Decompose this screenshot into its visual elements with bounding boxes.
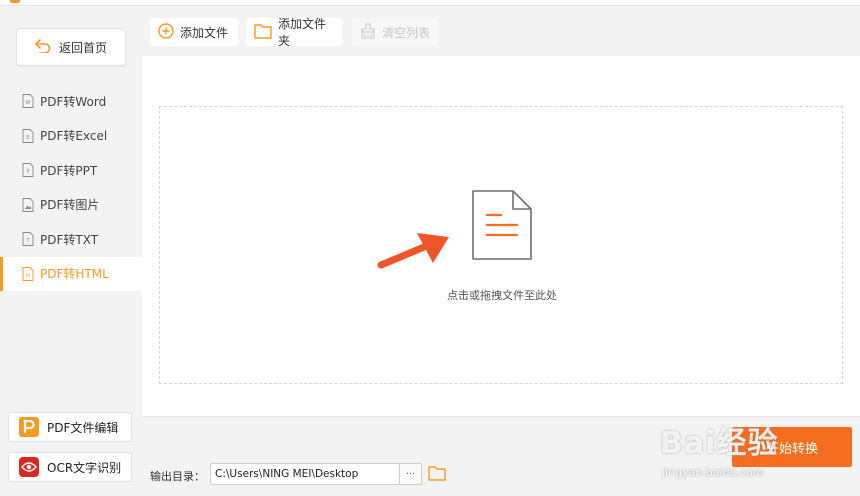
add-file-label: 添加文件 (180, 25, 229, 40)
back-home-button[interactable]: 返回首页 (16, 28, 126, 66)
back-home-label: 返回首页 (58, 40, 107, 55)
image-doc-icon (22, 197, 34, 212)
plus-circle-icon (158, 22, 174, 42)
pointer-arrow-icon (377, 233, 449, 269)
folder-icon (254, 23, 272, 42)
add-file-button[interactable]: 添加文件 (150, 18, 238, 46)
sidebar-item-label: PDF转HTML (40, 267, 109, 282)
svg-text:P: P (26, 169, 29, 175)
logo-strip (10, 0, 20, 3)
toolbar: 添加文件 添加文件夹 清空列表 (142, 6, 860, 56)
clear-list-button[interactable]: 清空列表 (352, 18, 438, 46)
pdf-edit-button[interactable]: PDF文件编辑 (8, 412, 132, 442)
output-path-field[interactable]: C:\Users\NING MEI\Desktop (210, 463, 400, 485)
sidebar-item-label: PDF转TXT (40, 232, 99, 247)
output-dir-label: 输出目录： (150, 470, 205, 483)
sidebar-item-pdf-to-excel[interactable]: E PDF转Excel (0, 119, 142, 154)
svg-text:W: W (26, 100, 31, 106)
html-doc-icon: H (22, 266, 34, 281)
sidebar-item-label: PDF转Word (40, 94, 107, 109)
output-path-text: C:\Users\NING MEI\Desktop (215, 468, 359, 480)
sidebar-item-pdf-to-word[interactable]: W PDF转Word (0, 84, 142, 119)
sidebar-item-label: PDF转图片 (40, 198, 100, 213)
add-folder-button[interactable]: 添加文件夹 (246, 17, 342, 48)
broom-icon (360, 22, 376, 42)
footer-bar: 输出目录： C:\Users\NING MEI\Desktop ··· 开始转换 (142, 416, 860, 496)
ppt-doc-icon: P (22, 163, 34, 178)
sidebar-item-pdf-to-txt[interactable]: T PDF转TXT (0, 222, 142, 257)
pdf-edit-label: PDF文件编辑 (47, 420, 119, 435)
svg-text:T: T (25, 238, 30, 244)
app-window: 返回首页 W PDF转Word E PDF转Excel P PDF转PPT PD… (0, 0, 860, 496)
ocr-button[interactable]: OCR文字识别 (8, 452, 132, 482)
word-doc-icon: W (22, 94, 34, 109)
open-folder-icon[interactable] (428, 465, 446, 484)
sidebar-item-pdf-to-image[interactable]: PDF转图片 (0, 188, 142, 223)
add-folder-label: 添加文件夹 (278, 17, 327, 48)
sidebar: 返回首页 W PDF转Word E PDF转Excel P PDF转PPT PD… (0, 6, 142, 496)
svg-text:E: E (26, 135, 29, 141)
conversion-list: W PDF转Word E PDF转Excel P PDF转PPT PDF转图片 … (0, 84, 142, 291)
file-drop-icon (472, 190, 532, 260)
browse-path-button[interactable]: ··· (400, 463, 422, 485)
pdf-edit-logo-icon (19, 417, 39, 437)
return-arrow-icon (35, 38, 51, 56)
excel-doc-icon: E (22, 128, 34, 143)
sidebar-item-pdf-to-html[interactable]: H PDF转HTML (0, 256, 142, 291)
sidebar-item-label: PDF转Excel (40, 129, 108, 144)
main-panel: 添加文件 添加文件夹 清空列表 点击或拖拽文件至此处 (142, 6, 860, 416)
svg-text:H: H (26, 273, 30, 279)
ocr-label: OCR文字识别 (47, 460, 122, 475)
drop-zone[interactable]: 点击或拖拽文件至此处 (159, 106, 843, 384)
sidebar-item-label: PDF转PPT (40, 163, 98, 178)
txt-doc-icon: T (22, 232, 34, 247)
clear-list-label: 清空列表 (382, 25, 431, 40)
start-convert-button[interactable]: 开始转换 (732, 427, 852, 467)
ocr-eye-icon (19, 457, 39, 477)
sidebar-item-pdf-to-ppt[interactable]: P PDF转PPT (0, 153, 142, 188)
drop-hint-text: 点击或拖拽文件至此处 (447, 289, 557, 302)
